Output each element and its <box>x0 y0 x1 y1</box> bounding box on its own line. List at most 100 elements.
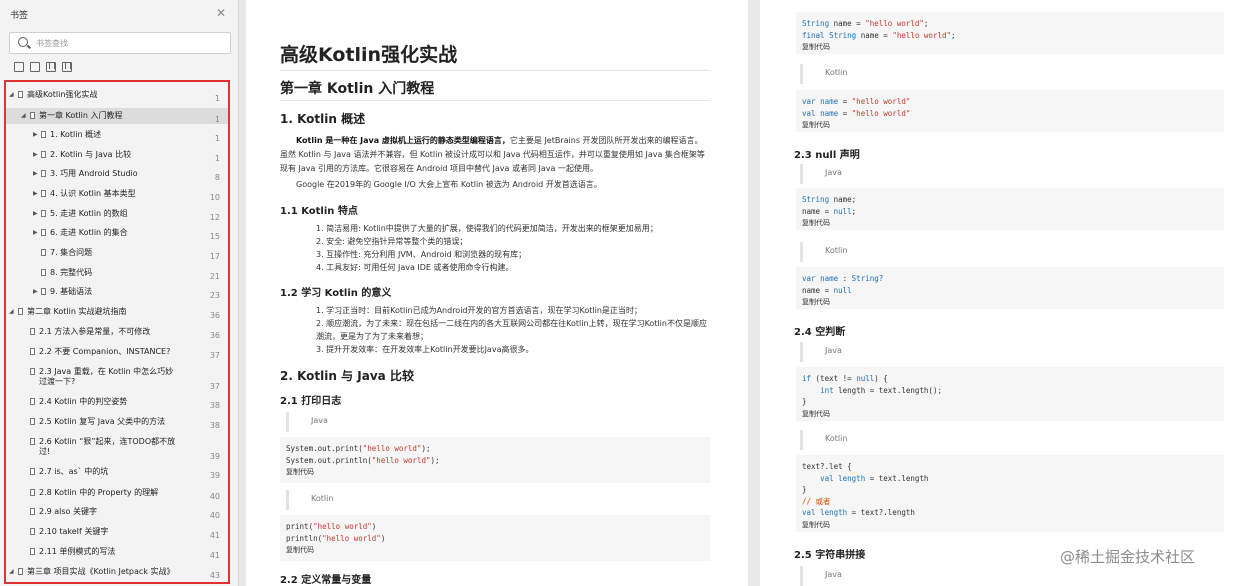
list-item: 1. 简洁易用: Kotlin中提供了大量的扩展，使得我们的代码更加简洁，开发出… <box>316 224 658 233</box>
language-label: Java <box>286 412 328 432</box>
bookmark-item[interactable]: ◢ 第三章 项目实战《Kotlin Jetpack 实战》 43 <box>6 567 228 582</box>
list-item: 4. 工具友好: 可用任何 Java IDE 或者使用命令行构建。 <box>316 263 514 272</box>
code-block[interactable]: var name : String? name = null 复制代码 <box>796 267 1224 309</box>
copy-code-link[interactable]: 复制代码 <box>802 43 830 51</box>
document-page-right: String name = "hello world"; final Strin… <box>760 0 1240 586</box>
document-icon <box>41 210 46 217</box>
expand-arrow-icon[interactable]: ◢ <box>21 111 26 121</box>
document-icon <box>41 269 46 276</box>
document-icon <box>41 288 46 295</box>
search-icon <box>18 37 28 47</box>
document-icon <box>30 418 35 425</box>
search-input[interactable] <box>34 35 218 51</box>
copy-code-link[interactable]: 复制代码 <box>802 298 830 306</box>
bookmark-item-selected[interactable]: ◢ 第一章 Kotlin 入门教程 1 <box>6 108 228 124</box>
list-item: 2. 顺应潮流，为了未来：现在包括一二线在内的各大互联网公司都在往Kotlin上… <box>316 319 707 341</box>
expand-arrow-icon[interactable]: ◢ <box>9 307 14 317</box>
code-block[interactable]: System.out.print("hello world"); System.… <box>280 437 710 483</box>
collapse-arrow-icon[interactable]: ▶ <box>33 209 38 219</box>
collapse-arrow-icon[interactable]: ▶ <box>33 228 38 238</box>
language-label: Kotlin <box>800 64 847 84</box>
document-icon <box>30 438 35 445</box>
watermark: @稀土掘金技术社区 <box>1060 548 1196 566</box>
document-icon <box>41 229 46 236</box>
bookmark-item[interactable]: 2.6 Kotlin “狠”起来，连TODO都不放过! 39 <box>6 437 228 461</box>
document-icon <box>30 508 35 515</box>
list-item: 3. 互操作性: 充分利用 JVM、Android 和浏览器的现有库； <box>316 250 527 259</box>
divider <box>280 100 710 101</box>
subsection-heading: 2.5 字符串拼接 <box>794 550 866 561</box>
collapse-arrow-icon[interactable]: ▶ <box>33 169 38 179</box>
language-label: Java <box>800 164 842 184</box>
document-icon <box>30 528 35 535</box>
language-label: Java <box>800 342 842 362</box>
document-icon <box>41 151 46 158</box>
document-icon <box>18 91 23 98</box>
collapse-arrow-icon[interactable]: ▶ <box>33 189 38 199</box>
list-item: 1. 学习正当时：目前Kotlin已成为Android开发的官方首选语言，现在学… <box>316 306 642 315</box>
subsection-heading: 1.2 学习 Kotlin 的意义 <box>280 288 392 299</box>
document-icon <box>30 398 35 405</box>
chapter-heading: 第一章 Kotlin 入门教程 <box>280 81 435 97</box>
document-icon <box>41 170 46 177</box>
code-block[interactable]: String name; name = null; 复制代码 <box>796 188 1224 230</box>
close-icon[interactable]: ✕ <box>216 6 226 20</box>
document-icon <box>30 328 35 335</box>
bookmark-search[interactable] <box>9 32 231 54</box>
document-icon <box>41 190 46 197</box>
subsection-heading: 2.2 定义常量与变量 <box>280 575 372 586</box>
bookmark-tree: ◢ 高级Kotlin强化实战 1 ◢ 第一章 Kotlin 入门教程 1 ▶ 1… <box>4 80 230 584</box>
code-block[interactable]: if (text != null) { int length = text.le… <box>796 367 1224 421</box>
code-block[interactable]: print("hello world") println("hello worl… <box>280 515 710 561</box>
document-icon <box>30 489 35 496</box>
bookmark-panel: 书签 ✕ ◢ 高级Kotlin强化实战 1 ◢ 第一章 Kotlin 入门教程 … <box>0 0 239 586</box>
document-page-left: 高级Kotlin强化实战 第一章 Kotlin 入门教程 1. Kotlin 概… <box>246 0 748 586</box>
subsection-heading: 2.1 打印日志 <box>280 396 342 407</box>
document-icon <box>18 308 23 315</box>
document-icon <box>18 568 23 575</box>
document-icon <box>30 348 35 355</box>
subsection-heading: 1.1 Kotlin 特点 <box>280 206 358 217</box>
copy-code-link[interactable]: 复制代码 <box>802 410 830 418</box>
language-label: Kotlin <box>800 430 847 450</box>
copy-code-link[interactable]: 复制代码 <box>286 468 314 476</box>
code-block[interactable]: text?.let { val length = text.length } /… <box>796 455 1224 532</box>
language-label: Java <box>800 566 842 586</box>
expand-all-icon[interactable] <box>14 62 24 72</box>
document-title: 高级Kotlin强化实战 <box>280 44 458 66</box>
collapse-all-icon[interactable] <box>30 62 40 72</box>
language-label: Kotlin <box>286 490 333 510</box>
subsection-heading: 2.4 空判断 <box>794 327 846 338</box>
language-label: Kotlin <box>800 242 847 262</box>
code-block[interactable]: var name = "hello world" val name = "hel… <box>796 90 1224 132</box>
document-icon <box>30 368 35 375</box>
collapse-arrow-icon[interactable]: ▶ <box>33 150 38 160</box>
document-icon <box>41 131 46 138</box>
collapse-arrow-icon[interactable]: ▶ <box>33 130 38 140</box>
panel-title: 书签 <box>10 11 29 21</box>
collapse-arrow-icon[interactable]: ▶ <box>33 287 38 297</box>
add-bookmark-icon[interactable] <box>46 62 56 72</box>
list-item: 2. 安全: 避免空指针异常等整个类的错误； <box>316 237 468 246</box>
code-block[interactable]: String name = "hello world"; final Strin… <box>796 12 1224 54</box>
list-item: 3. 提升开发效率：在开发效率上Kotlin开发要比Java高很多。 <box>316 345 534 354</box>
section-heading: 1. Kotlin 概述 <box>280 112 366 126</box>
expand-arrow-icon[interactable]: ◢ <box>9 567 14 577</box>
bookmark-item[interactable]: 2.3 Java 重载，在 Kotlin 中怎么巧妙过渡一下? 37 <box>6 367 228 391</box>
bookmark-icon[interactable] <box>62 62 72 72</box>
expand-arrow-icon[interactable]: ◢ <box>9 90 14 100</box>
copy-code-link[interactable]: 复制代码 <box>286 546 314 554</box>
section-heading: 2. Kotlin 与 Java 比较 <box>280 369 414 383</box>
intro-paragraph: Kotlin 是一种在 Java 虚拟机上运行的静态类型编程语言，它主要是 Je… <box>280 136 705 173</box>
document-icon <box>41 249 46 256</box>
copy-code-link[interactable]: 复制代码 <box>802 121 830 129</box>
document-icon <box>30 548 35 555</box>
document-icon <box>30 468 35 475</box>
subsection-heading: 2.3 null 声明 <box>794 150 860 161</box>
copy-code-link[interactable]: 复制代码 <box>802 219 830 227</box>
document-icon <box>30 112 35 119</box>
bookmark-toolbar <box>14 62 72 74</box>
divider <box>280 70 710 71</box>
google-paragraph: Google 在2019年的 Google I/O 大会上宣布 Kotlin 被… <box>296 180 602 189</box>
copy-code-link[interactable]: 复制代码 <box>802 521 830 529</box>
